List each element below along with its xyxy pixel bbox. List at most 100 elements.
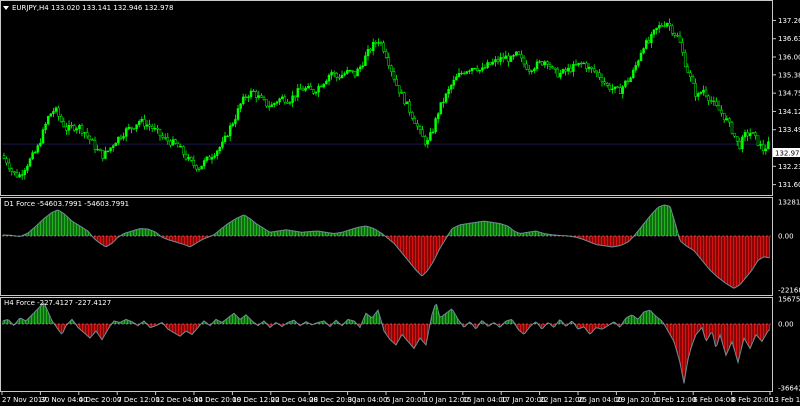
candle-body [23,170,27,175]
candle-body [197,168,201,171]
candle-body [137,121,141,125]
candle-body [574,64,578,66]
candle-body [304,87,307,91]
candle-body [161,135,164,138]
candle-body [725,118,729,121]
candle-body [444,93,448,103]
candle-body [473,67,476,70]
candle-body [670,25,674,34]
time-tick-label: 3 Jan 04:00 [348,396,388,404]
candles [2,18,770,180]
candle-body [314,91,318,94]
candle-body [509,56,513,62]
candle-body [712,100,716,103]
candle-body [176,143,180,148]
candle-body [382,42,385,52]
candle-body [496,59,500,62]
candle-body [608,84,612,91]
candle-body [127,126,131,129]
candle-body [351,69,354,72]
candle-body [18,174,21,178]
candle-body [673,33,677,36]
candle-body [335,73,339,78]
price-axis: 137.260 136.630 136.000 135.385 134.755 134.1… [772,17,800,189]
candle-body [15,172,19,178]
candle-body [91,139,94,141]
time-axis: 27 Nov 201730 Nov 04:004 Dec 20:007 Dec … [1,392,800,404]
candle-body [332,72,336,74]
candle-body [522,57,526,65]
candle-body [759,144,762,146]
candle-body [660,25,664,27]
candle-body [442,101,445,104]
candle-body [465,71,469,74]
candle-body [78,125,81,129]
candle-body [98,149,102,151]
candle-body [715,101,718,106]
d1-tick-label: 0.00 [778,233,794,241]
candle-body [517,51,521,55]
candle-body [135,124,138,129]
candle-body [348,69,352,72]
candle-body [764,148,768,152]
candle-body [696,93,700,97]
candle-body [358,66,362,70]
candle-body [208,156,211,160]
triangle-down-icon[interactable] [3,6,9,10]
candle-body [647,40,651,44]
candle-body [681,42,684,53]
candle-body [395,78,398,86]
candle-body [631,69,635,79]
candle-body [592,68,596,72]
candle-body [356,68,359,77]
candle-body [239,103,242,109]
candle-body [634,65,638,71]
candle-body [397,85,401,94]
candle-body [652,29,656,35]
candle-body [613,86,617,90]
candle-body [163,137,167,139]
candle-body [436,113,440,119]
candle-body [683,52,687,68]
candle-body [494,59,497,63]
candle-body [530,70,534,72]
candle-body [109,147,112,152]
candle-body [678,35,682,43]
candle-body [265,99,268,107]
candle-body [184,153,188,160]
candle-body [13,171,16,173]
candle-body [751,132,755,134]
candle-body [319,85,323,88]
candle-body [130,126,133,129]
candle-body [665,22,669,27]
candle-body [205,156,209,161]
candle-body [106,150,110,152]
candle-body [93,140,97,150]
candle-body [626,80,630,83]
candle-body [512,55,515,57]
candle-body [468,70,471,72]
candle-body [657,25,661,29]
candle-body [668,22,671,27]
candle-body [57,107,60,117]
candle-body [371,41,375,52]
candle-body [44,123,47,130]
candle-body [535,61,539,70]
candle-body [361,65,365,68]
candle-body [28,158,32,167]
candle-body [486,62,489,68]
candle-body [655,27,658,31]
candle-body [192,160,196,166]
candle-body [132,128,136,130]
candle-body [374,41,378,44]
candle-body [114,142,118,147]
chart-canvas[interactable]: 137.260 136.630 136.000 135.385 134.755 134.1… [0,0,800,406]
candle-body [543,61,547,66]
candle-body [540,61,544,66]
candle-body [117,136,120,144]
candle-body [403,92,406,105]
candle-body [301,88,305,91]
candle-body [598,72,601,78]
candle-body [124,128,128,137]
candle-body [158,129,162,137]
